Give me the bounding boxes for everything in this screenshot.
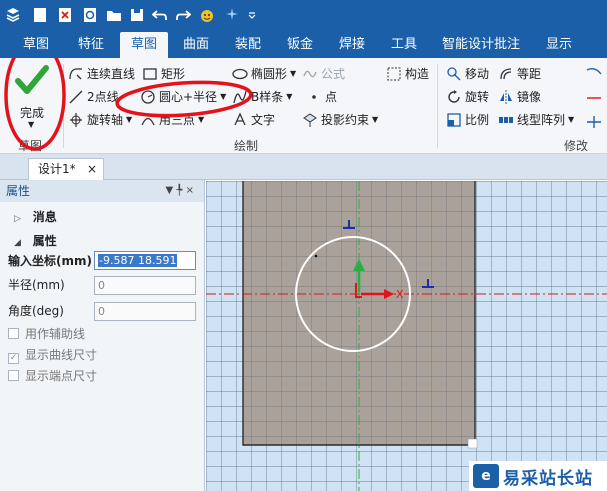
watermark-text: 易采站长站: [503, 468, 593, 489]
circle-point: [314, 254, 318, 258]
tab-sketch-file[interactable]: 草图: [14, 32, 58, 58]
section-message[interactable]: ▷ 消息: [0, 206, 205, 228]
tab-surface[interactable]: 曲面: [174, 32, 218, 58]
document-title: 设计1*: [38, 162, 76, 176]
save-icon[interactable]: [128, 6, 146, 24]
tab-assembly[interactable]: 装配: [226, 32, 270, 58]
coord-input[interactable]: -9.587 18.591: [94, 251, 196, 270]
smile-icon[interactable]: [198, 6, 216, 24]
refresh-file-icon[interactable]: [81, 6, 99, 24]
dropdown-icon[interactable]: [243, 6, 261, 24]
checkbox-box: [8, 370, 19, 381]
tab-feature[interactable]: 特征: [68, 32, 114, 58]
document-tab-bar: 设计1* ×: [0, 154, 607, 180]
document-tab[interactable]: 设计1* ×: [28, 158, 104, 180]
close-tab-icon[interactable]: ×: [87, 159, 97, 179]
checkbox-checked-icon: ✓: [8, 353, 19, 364]
show-endpoint-dimension-checkbox[interactable]: 显示端点尺寸: [0, 365, 205, 387]
sketch-canvas[interactable]: X e 易采站长站: [206, 181, 607, 491]
tab-smart-design[interactable]: 智能设计批注: [438, 32, 524, 58]
sketch-viewport[interactable]: [206, 181, 607, 491]
panel-controls-icon[interactable]: ▼ ╄ ×: [166, 180, 194, 202]
close-file-icon[interactable]: [56, 6, 74, 24]
tab-sheet-metal[interactable]: 钣金: [278, 32, 322, 58]
new-file-icon[interactable]: [31, 6, 49, 24]
ribbon: 完成 ▼ 草图 连续直线 2点线 旋转轴 ▼ 矩形 圆心+半径 ▼ 用三点 ▼ …: [0, 58, 607, 154]
sparkle-icon[interactable]: [223, 6, 241, 24]
tab-tools[interactable]: 工具: [382, 32, 426, 58]
construction-line-checkbox[interactable]: 用作辅助线: [0, 323, 205, 345]
app-menu-icon[interactable]: [4, 6, 22, 24]
checkbox-box: [8, 328, 19, 339]
watermark: e 易采站长站: [469, 461, 607, 491]
radius-input[interactable]: 0: [94, 276, 196, 295]
angle-input[interactable]: 0: [94, 302, 196, 321]
open-folder-icon[interactable]: [105, 6, 123, 24]
undo-icon[interactable]: [151, 6, 169, 24]
properties-title: 属性: [6, 184, 31, 198]
tab-sketch[interactable]: 草图: [120, 32, 168, 58]
tab-display[interactable]: 显示: [538, 32, 580, 58]
watermark-logo: e: [473, 464, 499, 488]
ribbon-tab-bar: 草图 特征 草图 曲面 装配 钣金 焊接 工具 智能设计批注 显示: [0, 32, 607, 58]
quick-access-toolbar: [0, 0, 607, 32]
tab-weld[interactable]: 焊接: [330, 32, 374, 58]
properties-header: 属性 ▼ ╄ ×: [0, 180, 204, 202]
section-properties[interactable]: ◢ 属性: [0, 230, 205, 252]
annotation-overlay: [4, 58, 253, 151]
show-curve-dimension-checkbox[interactable]: ✓ 显示曲线尺寸: [0, 344, 205, 366]
x-axis-label: X: [396, 288, 404, 301]
redo-icon[interactable]: [174, 6, 192, 24]
properties-panel: 属性 ▼ ╄ × ▷ 消息 ◢ 属性 输入坐标(mm) -9.587 18.59…: [0, 180, 205, 491]
